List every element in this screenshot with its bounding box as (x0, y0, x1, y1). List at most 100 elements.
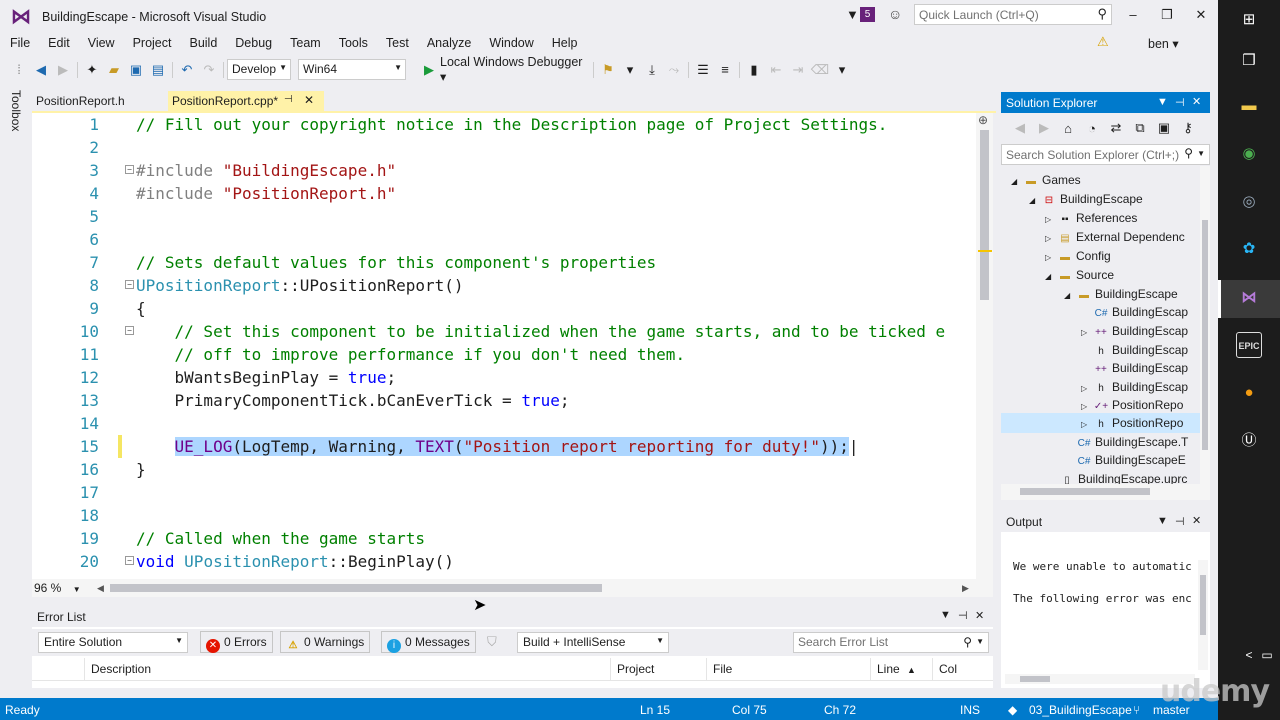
column-header-icons[interactable] (32, 658, 84, 681)
menu-tools[interactable]: Tools (330, 33, 377, 53)
zoom-select[interactable]: 96 % ▼ (34, 581, 94, 595)
output-horizontal-thumb[interactable] (1020, 676, 1050, 682)
toolbar-overflow-icon[interactable]: ▾ (619, 62, 641, 78)
messages-filter-button[interactable]: i 0 Messages (381, 631, 476, 653)
tree-item-file[interactable]: C# BuildingEscapeE (1064, 451, 1186, 470)
editor-scroll-thumb[interactable] (980, 130, 989, 300)
menu-file[interactable]: File (1, 33, 39, 53)
maximize-button[interactable]: ❐ (1150, 4, 1184, 26)
tree-item-project-buildingescape[interactable]: ◢ ⊟ BuildingEscape (1029, 190, 1143, 209)
scroll-left-icon[interactable]: ◀ (97, 583, 104, 594)
code-line[interactable]: // off to improve performance if you don… (136, 343, 686, 366)
steam-icon[interactable]: ◎ (1236, 189, 1262, 215)
pin-icon[interactable]: ⊣ (284, 94, 293, 105)
sync-icon[interactable]: ⇄ (1105, 120, 1127, 136)
code-line-constructor[interactable]: UPositionReport::UPositionReport() (136, 274, 464, 297)
column-header-line[interactable]: Line ▲ (870, 658, 932, 681)
menu-edit[interactable]: Edit (39, 33, 79, 53)
menu-test[interactable]: Test (377, 33, 418, 53)
menu-help[interactable]: Help (543, 33, 587, 53)
build-filter-select[interactable]: Build + IntelliSense ▼ (517, 632, 669, 653)
toolbox-tab[interactable]: Toolbox (9, 90, 23, 131)
tree-item-source-buildingescape[interactable]: ◢ ▬ BuildingEscape (1064, 285, 1178, 304)
pin-icon[interactable]: ⊣ (958, 609, 968, 622)
home-icon[interactable]: ⌂ (1057, 121, 1079, 136)
warnings-filter-button[interactable]: ⚠ 0 Warnings (280, 631, 371, 653)
column-header-file[interactable]: File (706, 658, 870, 681)
solution-tree-scroll-thumb[interactable] (1202, 220, 1208, 450)
split-window-icon[interactable]: ⊕ (978, 113, 988, 127)
next-bookmark-icon[interactable]: ⇥ (787, 62, 809, 78)
tree-item-file[interactable]: C# BuildingEscape.T (1064, 433, 1189, 452)
menu-project[interactable]: Project (124, 33, 181, 53)
code-line[interactable]: { (136, 297, 146, 320)
collapse-icon[interactable]: − (125, 556, 134, 565)
tree-item-file[interactable]: ++ BuildingEscap (1081, 359, 1188, 378)
toolbar-overflow-icon[interactable]: ▾ (831, 62, 853, 78)
close-icon[interactable]: ✕ (1192, 95, 1201, 108)
code-line[interactable]: // Sets default values for this componen… (136, 251, 656, 274)
code-editor[interactable]: 1 // Fill out your copyright notice in th… (32, 113, 976, 579)
tree-item-source[interactable]: ◢ ▬ Source (1045, 266, 1114, 285)
code-line[interactable]: // Set this component to be initialized … (136, 320, 946, 343)
tree-item-file[interactable]: h BuildingEscap (1081, 341, 1188, 360)
start-debugging-icon[interactable]: ▶ (418, 62, 440, 78)
tree-item-references[interactable]: ▷ ▪▪ References (1045, 209, 1137, 228)
show-all-files-icon[interactable]: ▣ (1153, 120, 1175, 136)
clear-filter-icon[interactable]: ⛉ (487, 634, 497, 650)
code-line-include[interactable]: #include "PositionReport.h" (136, 182, 396, 205)
file-explorer-icon[interactable]: ▬ (1236, 93, 1262, 119)
save-all-icon[interactable]: ▤ (147, 62, 169, 78)
undo-icon[interactable]: ↶ (176, 62, 198, 78)
code-line-include[interactable]: #include "BuildingEscape.h" (136, 159, 396, 182)
back-icon[interactable]: ◀ (1009, 120, 1031, 136)
tree-item-external-dependencies[interactable]: ▷ ▤ External Dependenc (1045, 228, 1185, 247)
tree-item-file[interactable]: ▷ h BuildingEscap (1081, 378, 1188, 397)
column-header-col[interactable]: Col (932, 658, 976, 681)
open-file-icon[interactable]: ▰ (103, 62, 125, 78)
back-icon[interactable]: ◀ (30, 62, 52, 78)
minimize-button[interactable]: – (1116, 4, 1150, 26)
solution-configuration-select[interactable]: Develop ▼ (227, 59, 291, 80)
tree-item-file-selected[interactable]: ▷ h PositionRepo (1081, 414, 1183, 433)
menu-build[interactable]: Build (180, 33, 226, 53)
tab-position-report-h[interactable]: PositionReport.h (32, 91, 168, 112)
solution-platform-select[interactable]: Win64 ▼ (298, 59, 406, 80)
save-icon[interactable]: ▣ (125, 62, 147, 78)
properties-icon[interactable]: ⚷ (1177, 120, 1199, 136)
code-line[interactable]: // Called when the game starts (136, 527, 425, 550)
output-scroll-thumb[interactable] (1200, 575, 1206, 635)
pending-changes-icon[interactable]: ◔ (1081, 121, 1103, 136)
code-line[interactable]: } (136, 458, 146, 481)
unreal-engine-icon[interactable]: Ⓤ (1236, 428, 1262, 454)
network-icon[interactable]: ▭ (1254, 642, 1280, 668)
chevron-down-icon[interactable]: ▼ (940, 609, 951, 621)
comment-out-icon[interactable]: ☰ (692, 62, 714, 78)
forward-icon[interactable]: ▶ (1033, 120, 1055, 136)
code-line[interactable]: // Fill out your copyright notice in the… (136, 113, 887, 136)
start-debugger-button[interactable]: Local Windows Debugger ▾ (440, 55, 590, 84)
notification-count-badge[interactable]: 5 (860, 7, 875, 22)
tab-position-report-cpp[interactable]: PositionReport.cpp* ⊣ ✕ (168, 91, 324, 112)
menu-team[interactable]: Team (281, 33, 330, 53)
epic-games-icon[interactable]: EPIC (1236, 332, 1262, 358)
tree-item-file[interactable]: ▷ ++ BuildingEscap (1081, 322, 1188, 341)
code-line-begin-play[interactable]: bWantsBeginPlay = true; (136, 366, 397, 389)
visual-studio-taskbar-icon[interactable]: ⋈ (1236, 285, 1262, 311)
collapse-icon[interactable]: − (125, 165, 134, 174)
chevron-down-icon[interactable]: ▼ (1157, 515, 1168, 527)
bookmark-icon[interactable]: ▮ (743, 62, 765, 78)
solution-tree-horizontal-thumb[interactable] (1020, 488, 1150, 495)
task-view-icon[interactable]: ❒ (1236, 48, 1262, 74)
chevron-down-icon[interactable]: ▼ (1157, 96, 1168, 108)
tree-item-config[interactable]: ▷ ▬ Config (1045, 247, 1111, 266)
pin-icon[interactable]: ⊣ (1175, 96, 1185, 109)
notification-flag-icon[interactable]: ▼ (846, 7, 859, 22)
scroll-right-icon[interactable]: ▶ (962, 583, 969, 594)
uncomment-icon[interactable]: ≡ (714, 62, 736, 77)
chrome-icon[interactable]: ◉ (1236, 141, 1262, 167)
close-icon[interactable]: ✕ (1192, 514, 1201, 527)
solution-explorer-search-input[interactable]: Search Solution Explorer (Ctrl+;) ⚲ ▼ (1001, 144, 1210, 165)
step-into-icon[interactable]: ⤓ (641, 62, 663, 78)
forward-icon[interactable]: ▶ (52, 62, 74, 78)
